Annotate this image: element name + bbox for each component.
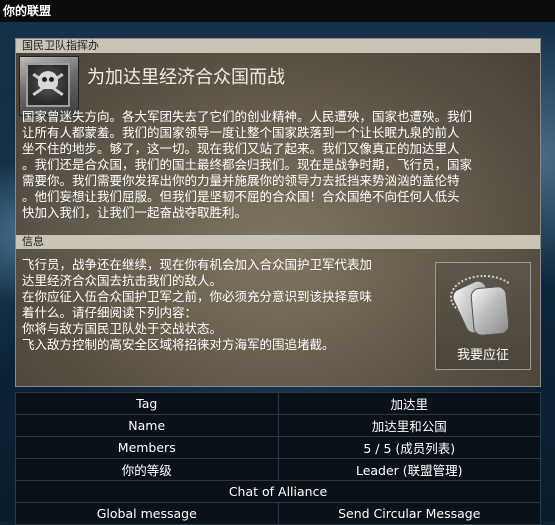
- table-row: Members 5 / 5 (成员列表): [15, 436, 541, 459]
- circular-message-button[interactable]: Send Circular Message: [277, 502, 541, 525]
- window-title: 你的联盟: [0, 0, 555, 22]
- members-list-link[interactable]: 5 / 5 (成员列表): [277, 436, 541, 459]
- table-row: Tag 加达里: [15, 392, 541, 415]
- row-label-members: Members: [15, 436, 279, 459]
- alliance-panel: 国民卫队指挥办 为加达里经济合众国而战 国家曾迷失方向。各大军团失去了它们的创业…: [15, 38, 541, 387]
- row-label-name: Name: [15, 414, 279, 437]
- table-row: Name 加达里和公国: [15, 414, 541, 437]
- row-label-rank: 你的等级: [15, 458, 279, 481]
- table-row: 你的等级 Leader (联盟管理): [15, 458, 541, 481]
- dogtags-icon: [448, 273, 520, 337]
- enlist-button[interactable]: 我要应征: [435, 262, 531, 370]
- section-header-command: 国民卫队指挥办: [16, 39, 540, 53]
- row-value-tag: 加达里: [277, 392, 541, 415]
- alliance-emblem-icon: [19, 56, 79, 116]
- enlist-button-label: 我要应征: [456, 348, 509, 363]
- alliance-info-table: Tag 加达里 Name 加达里和公国 Members 5 / 5 (成员列表)…: [15, 392, 541, 525]
- info-text: 飞行员，战争还在继续，现在你有机会加入合众国护卫军代表加 达里经济合众国去抗击我…: [22, 257, 373, 352]
- alliance-management-link[interactable]: Leader (联盟管理): [277, 458, 541, 481]
- table-row: Global message Send Circular Message: [15, 502, 541, 525]
- row-value-name: 加达里和公国: [277, 414, 541, 437]
- table-row: Chat of Alliance: [15, 480, 541, 503]
- section-header-info: 信息: [16, 235, 540, 249]
- alliance-chat-button[interactable]: Chat of Alliance: [15, 480, 541, 503]
- alliance-description: 国家曾迷失方向。各大军团失去了它们的创业精神。人民遭殃，国家也遭殃。我们 让所有…: [22, 109, 473, 220]
- row-label-tag: Tag: [15, 392, 279, 415]
- alliance-motto: 为加达里经济合众国而战: [87, 67, 285, 88]
- global-message-button[interactable]: Global message: [15, 502, 279, 525]
